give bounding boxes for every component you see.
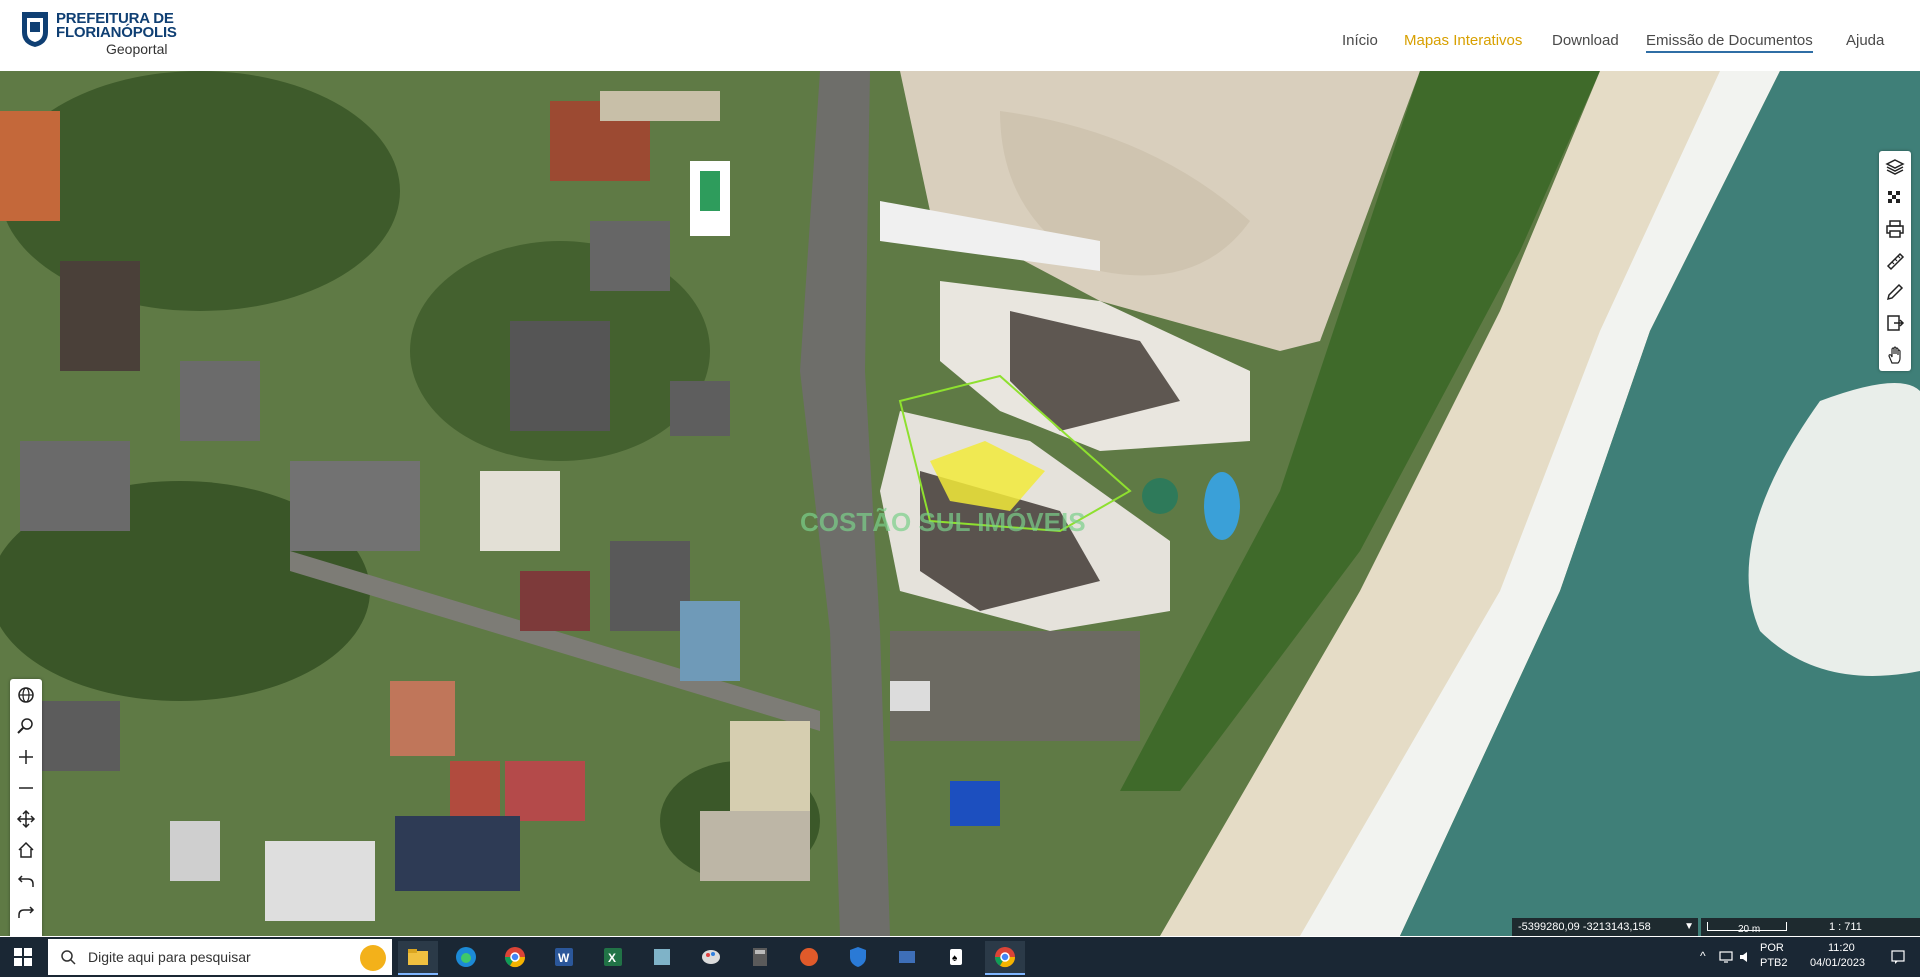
defender-icon[interactable] (838, 941, 878, 973)
app3-icon[interactable] (887, 941, 927, 973)
language-code[interactable]: POR (1760, 942, 1784, 954)
keyboard-layout[interactable]: PTB2 (1760, 957, 1788, 969)
edge-icon[interactable] (446, 941, 486, 973)
pan-hand-icon[interactable] (1883, 343, 1907, 367)
network-icon[interactable] (1718, 949, 1734, 965)
app2-icon[interactable] (789, 941, 829, 973)
nav-emissao-documentos[interactable]: Emissão de Documentos (1646, 32, 1813, 53)
chrome2-icon[interactable] (985, 941, 1025, 975)
tray-chevron-up-icon[interactable]: ^ (1700, 949, 1706, 963)
svg-text:♠: ♠ (952, 953, 958, 964)
weather-widget-icon[interactable] (360, 945, 386, 971)
draw-icon[interactable] (1883, 280, 1907, 304)
print-icon[interactable] (1883, 217, 1907, 241)
prefeitura-logo[interactable]: PREFEITURA DE FLORIANÓPOLIS Geoportal (18, 8, 188, 60)
zoom-out-icon[interactable] (14, 776, 38, 800)
scale-ratio: 1 : 711 (1829, 921, 1862, 933)
zoom-in-icon[interactable] (14, 745, 38, 769)
coordinate-text: -5399280,09 -3213143,158 (1518, 921, 1651, 933)
coordinate-readout[interactable]: -5399280,09 -3213143,158 ▼ (1512, 918, 1698, 936)
solitaire-icon[interactable]: ♠ (936, 941, 976, 973)
windows-logo-icon (14, 948, 32, 966)
map-canvas[interactable]: COSTÃO SUL IMÓVEIS -5399280,09 -3213143,… (0, 71, 1920, 936)
app-header: PREFEITURA DE FLORIANÓPOLIS Geoportal In… (0, 0, 1920, 72)
clock-time[interactable]: 11:20 (1828, 942, 1855, 954)
scale-label: 20 m (1738, 924, 1761, 935)
scale-bar: 20 m (1707, 922, 1787, 935)
notification-icon[interactable] (1890, 949, 1906, 965)
home-icon[interactable] (14, 838, 38, 862)
fullscreen-icon[interactable] (14, 931, 38, 936)
svg-text:W: W (558, 951, 570, 965)
volume-icon[interactable] (1738, 949, 1754, 965)
chevron-down-icon[interactable]: ▼ (1684, 918, 1694, 936)
nav-inicio[interactable]: Início (1342, 32, 1378, 49)
calculator-icon[interactable] (740, 941, 780, 973)
map-watermark: COSTÃO SUL IMÓVEIS (800, 507, 1086, 537)
nav-ajuda[interactable]: Ajuda (1846, 32, 1884, 49)
search-icon (61, 950, 76, 965)
map-tools-left (10, 679, 42, 936)
chrome-icon[interactable] (495, 941, 535, 973)
logo-title-line2: FLORIANÓPOLIS (56, 24, 177, 41)
file-explorer-icon[interactable] (398, 941, 438, 975)
zoom-search-icon[interactable] (14, 714, 38, 738)
taskbar-search[interactable]: Digite aqui para pesquisar (48, 939, 392, 975)
search-placeholder: Digite aqui para pesquisar (88, 949, 251, 965)
svg-text:X: X (608, 951, 616, 965)
nav-download[interactable]: Download (1552, 32, 1619, 49)
scale-indicator: 20 m 1 : 711 (1701, 918, 1920, 936)
system-tray: ^ POR PTB2 11:20 04/01/2023 (1690, 937, 1920, 977)
globe-icon[interactable] (14, 683, 38, 707)
app-icon[interactable] (642, 941, 682, 973)
measure-icon[interactable] (1883, 249, 1907, 273)
satellite-imagery[interactable]: COSTÃO SUL IMÓVEIS (0, 71, 1920, 936)
city-shield-icon (22, 12, 48, 47)
map-tools-right (1879, 151, 1911, 371)
undo-icon[interactable] (14, 869, 38, 893)
word-icon[interactable]: W (544, 941, 584, 973)
start-button[interactable] (0, 937, 46, 977)
logo-subtitle: Geoportal (106, 41, 168, 57)
windows-taskbar: Digite aqui para pesquisar W X ♠ ^ POR P… (0, 937, 1920, 977)
nav-mapas-interativos[interactable]: Mapas Interativos (1404, 32, 1522, 49)
export-icon[interactable] (1883, 311, 1907, 335)
basemap-icon[interactable] (1883, 186, 1907, 210)
layers-icon[interactable] (1883, 155, 1907, 179)
redo-icon[interactable] (14, 900, 38, 924)
paint-icon[interactable] (691, 941, 731, 973)
pan-move-icon[interactable] (14, 807, 38, 831)
clock-date[interactable]: 04/01/2023 (1810, 957, 1865, 969)
excel-icon[interactable]: X (593, 941, 633, 973)
